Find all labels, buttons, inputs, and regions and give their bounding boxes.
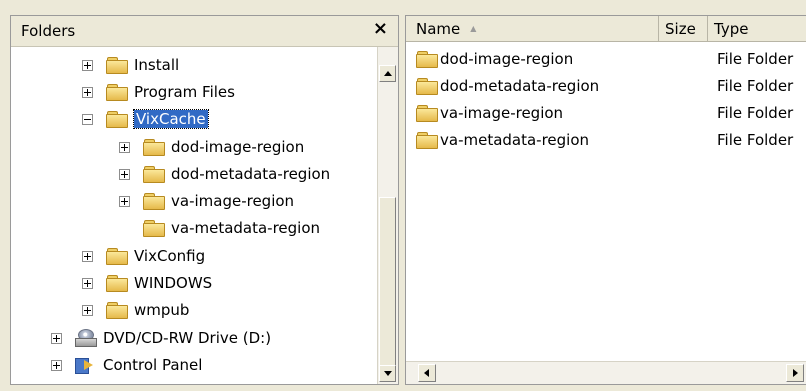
horizontal-scrollbar[interactable] — [406, 361, 806, 384]
expand-icon[interactable] — [51, 359, 62, 371]
column-size-label: Size — [665, 19, 696, 38]
item-type: File Folder — [717, 104, 794, 122]
collapse-icon[interactable] — [82, 113, 93, 125]
expand-icon[interactable] — [119, 168, 130, 180]
folders-header: Folders × — [11, 16, 398, 47]
item-name: va-image-region — [440, 104, 564, 122]
folder-icon — [416, 132, 438, 149]
tree-item-label: VixCache — [133, 109, 209, 129]
item-type: File Folder — [717, 50, 794, 68]
tree-item-vixcache[interactable]: VixCache — [82, 107, 209, 131]
item-type: File Folder — [717, 77, 794, 95]
tree-item-program-files[interactable]: Program Files — [82, 80, 235, 104]
file-list-pane: Name ▲ Size Type dod-image-region File F… — [405, 15, 806, 385]
column-type-label: Type — [714, 19, 749, 38]
scroll-right-button[interactable] — [786, 364, 804, 382]
cd-drive-icon — [75, 329, 97, 347]
vertical-scrollbar[interactable] — [377, 47, 398, 384]
item-name: dod-image-region — [440, 50, 574, 68]
expand-icon[interactable] — [82, 86, 93, 98]
tree-item-va-image-region[interactable]: va-image-region — [119, 189, 294, 213]
expand-icon[interactable] — [119, 195, 130, 207]
tree-item-dod-image-region[interactable]: dod-image-region — [119, 135, 304, 159]
close-icon[interactable]: × — [373, 19, 388, 39]
tree-item-vixconfig[interactable]: VixConfig — [82, 244, 205, 268]
folder-icon — [106, 84, 128, 101]
tree-item-label: DVD/CD-RW Drive (D:) — [103, 329, 272, 347]
tree-item-install[interactable]: Install — [82, 53, 179, 77]
expand-icon[interactable] — [82, 250, 93, 262]
scroll-thumb[interactable] — [379, 197, 396, 367]
arrow-down-icon — [384, 371, 392, 376]
arrow-left-icon — [424, 369, 429, 377]
tree-item-label: wmpub — [134, 301, 190, 319]
folder-icon — [143, 220, 165, 237]
folders-pane: Folders × Install Program Files VixCache… — [10, 15, 399, 385]
tree-item-label: Install — [134, 56, 180, 74]
column-header-size[interactable]: Size — [659, 16, 708, 42]
tree-item-label: dod-metadata-region — [171, 165, 331, 183]
tree-item-control-panel[interactable]: Control Panel — [51, 353, 202, 377]
folder-icon — [143, 139, 165, 156]
folder-icon — [143, 193, 165, 210]
folder-open-icon — [106, 111, 128, 128]
arrow-up-icon — [384, 71, 392, 76]
tree-item-label: WINDOWS — [134, 274, 213, 292]
tree-item-label: va-metadata-region — [171, 219, 321, 237]
list-item[interactable]: va-image-region File Folder — [416, 101, 806, 125]
folders-title: Folders — [21, 22, 76, 40]
expand-icon[interactable] — [51, 332, 62, 344]
list-item[interactable]: dod-image-region File Folder — [416, 47, 806, 71]
folder-tree: Install Program Files VixCache dod-image… — [11, 46, 378, 384]
expand-icon[interactable] — [82, 304, 93, 316]
sort-ascending-icon: ▲ — [470, 24, 477, 33]
tree-item-label: va-image-region — [171, 192, 295, 210]
tree-item-label: Program Files — [134, 83, 235, 101]
tree-item-label: VixConfig — [134, 247, 206, 265]
folder-icon — [416, 51, 438, 68]
scroll-down-button[interactable] — [379, 365, 396, 382]
folder-icon — [106, 248, 128, 265]
item-name: dod-metadata-region — [440, 77, 600, 95]
arrow-right-icon — [793, 369, 798, 377]
tree-item-wmpub[interactable]: wmpub — [82, 298, 189, 322]
list-header: Name ▲ Size Type — [406, 16, 806, 42]
folder-icon — [416, 105, 438, 122]
expand-icon[interactable] — [119, 141, 130, 153]
column-name-label: Name — [416, 19, 461, 38]
folder-icon — [106, 275, 128, 292]
item-name: va-metadata-region — [440, 131, 590, 149]
control-panel-icon — [75, 356, 95, 374]
tree-item-label: dod-image-region — [171, 138, 305, 156]
item-type: File Folder — [717, 131, 794, 149]
expand-icon[interactable] — [82, 59, 93, 71]
tree-item-windows[interactable]: WINDOWS — [82, 271, 212, 295]
tree-item-va-metadata-region[interactable]: va-metadata-region — [119, 216, 320, 240]
tree-item-dod-metadata-region[interactable]: dod-metadata-region — [119, 162, 330, 186]
tree-item-dvd-drive[interactable]: DVD/CD-RW Drive (D:) — [51, 326, 271, 350]
expand-icon[interactable] — [82, 277, 93, 289]
folder-icon — [143, 166, 165, 183]
list-item[interactable]: va-metadata-region File Folder — [416, 128, 806, 152]
list-item[interactable]: dod-metadata-region File Folder — [416, 74, 806, 98]
file-list: dod-image-region File Folder dod-metadat… — [406, 43, 806, 360]
scroll-left-button[interactable] — [418, 364, 436, 382]
folder-icon — [106, 302, 128, 319]
tree-item-label: Control Panel — [103, 356, 203, 374]
scroll-up-button[interactable] — [379, 65, 396, 82]
folder-icon — [416, 78, 438, 95]
column-header-name[interactable]: Name ▲ — [406, 16, 659, 42]
column-header-type[interactable]: Type — [708, 16, 806, 42]
folder-icon — [106, 57, 128, 74]
